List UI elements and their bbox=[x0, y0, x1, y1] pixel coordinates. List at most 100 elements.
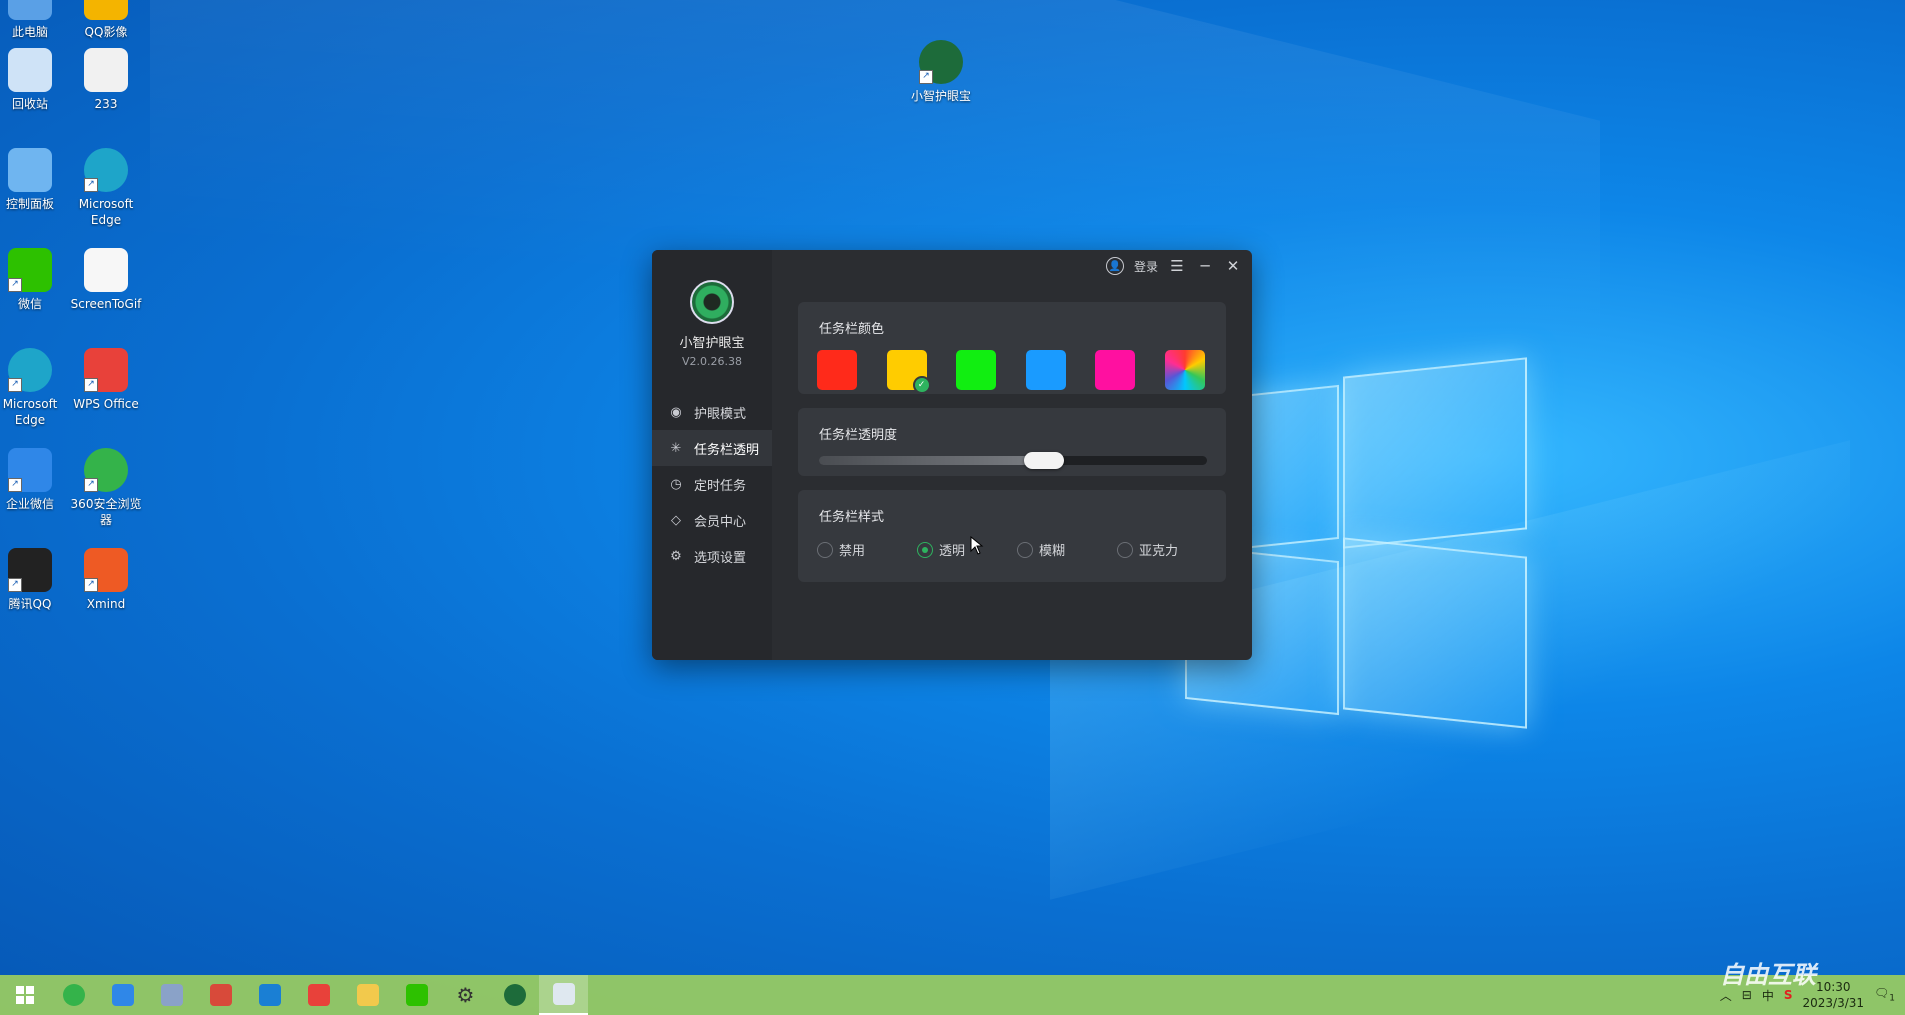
app-name: 小智护眼宝 bbox=[679, 336, 745, 351]
clock-icon: ◷ bbox=[670, 476, 682, 492]
shortcut-arrow-icon: ↗ bbox=[919, 70, 933, 84]
opacity-slider-fill bbox=[819, 456, 1045, 465]
taskbar-button[interactable] bbox=[147, 975, 196, 1015]
sidebar-item-5[interactable]: ⚙ 选项设置 bbox=[652, 538, 772, 574]
mouse-cursor-icon bbox=[970, 536, 984, 555]
radio-button bbox=[917, 541, 933, 558]
opacity-slider-track[interactable] bbox=[819, 456, 1207, 465]
taskbar-button[interactable] bbox=[196, 975, 245, 1015]
notification-count: 1 bbox=[1889, 993, 1895, 1004]
taskbar-button[interactable] bbox=[392, 975, 441, 1015]
sogou-icon[interactable]: S bbox=[1784, 988, 1793, 1002]
sidebar-item-3[interactable]: ◷ 定时任务 bbox=[652, 466, 772, 502]
style-radio-option[interactable]: 模糊 bbox=[1017, 540, 1065, 559]
control-panel-icon bbox=[8, 148, 52, 192]
color-swatch[interactable] bbox=[1164, 350, 1205, 390]
recycle-bin-icon bbox=[8, 48, 52, 92]
wechat-icon: ↗ bbox=[8, 248, 52, 292]
desktop-icon-xmind[interactable]: ↗ Xmind bbox=[68, 548, 144, 612]
radio-button bbox=[817, 541, 833, 558]
diamond-icon: ◇ bbox=[671, 512, 681, 528]
notification-icon[interactable]: 🗨1 bbox=[1874, 986, 1895, 1003]
taskbar-button[interactable] bbox=[245, 975, 294, 1015]
style-radio-option[interactable]: 透明 bbox=[917, 540, 965, 559]
desktop-icon-edge[interactable]: ↗ Microsoft Edge bbox=[0, 348, 68, 428]
text-file-icon bbox=[84, 48, 128, 92]
close-icon[interactable]: ✕ bbox=[1224, 256, 1242, 276]
taskbar-button[interactable] bbox=[98, 975, 147, 1015]
desktop-icon-wechat[interactable]: ↗ 微信 bbox=[0, 248, 68, 312]
color-swatch[interactable] bbox=[956, 350, 996, 390]
desktop-icon-label: Microsoft Edge bbox=[78, 197, 134, 227]
desktop-icon-text-file[interactable]: 233 bbox=[68, 48, 144, 112]
card-title: 任务栏颜色 bbox=[819, 322, 885, 337]
taskbar-button[interactable]: ⚙ bbox=[441, 975, 490, 1015]
wecom-icon bbox=[111, 984, 134, 1006]
this-pc-icon bbox=[8, 0, 52, 20]
color-swatch[interactable] bbox=[1095, 350, 1135, 390]
eye-icon: ◉ bbox=[670, 404, 682, 420]
desktop-icon-label: QQ影像 bbox=[84, 25, 128, 39]
desktop-icon-screentogif[interactable]: ScreenToGif bbox=[68, 248, 144, 312]
network-icon[interactable]: ⊟ bbox=[1742, 988, 1752, 1002]
style-radio-option[interactable]: 亚克力 bbox=[1117, 540, 1178, 559]
sparkle-icon: ✳ bbox=[670, 440, 682, 456]
notes-icon bbox=[160, 984, 183, 1006]
sidebar-item-1[interactable]: ◉ 护眼模式 bbox=[652, 394, 772, 430]
sidebar-item-4[interactable]: ◇ 会员中心 bbox=[652, 502, 772, 538]
shortcut-arrow-icon: ↗ bbox=[84, 578, 98, 592]
sidebar-item-label: 任务栏透明 bbox=[694, 442, 760, 458]
shortcut-arrow-icon: ↗ bbox=[8, 278, 22, 292]
sidebar-item-label: 定时任务 bbox=[694, 478, 747, 494]
taskbar-button[interactable] bbox=[49, 975, 98, 1015]
watermark: 自由互联 bbox=[1720, 961, 1816, 989]
desktop-icon-label: 控制面板 bbox=[5, 197, 54, 211]
desktop-icon-360-browser[interactable]: ↗ 360安全浏览器 bbox=[68, 448, 144, 528]
taskbar: ⚙ ︿ ⊟ 中 S 10:30 2023/3/31 🗨1 bbox=[0, 975, 1905, 1015]
shortcut-arrow-icon: ↗ bbox=[8, 378, 22, 392]
radio-button bbox=[1017, 541, 1033, 558]
opacity-slider-thumb[interactable] bbox=[1024, 452, 1065, 469]
desktop-icon-eyecare[interactable]: ↗ 小智护眼宝 bbox=[903, 40, 979, 104]
desktop-icon-qq[interactable]: ↗ 腾讯QQ bbox=[0, 548, 68, 612]
desktop-icon-this-pc[interactable]: 此电脑 bbox=[0, 0, 68, 40]
sidebar: 小智护眼宝 V2.0.26.38 ◉ 护眼模式 ✳ 任务栏透明 ◷ 定时任务 ◇ 会员中心 ⚙ 选… bbox=[652, 250, 772, 660]
taskbar-button[interactable] bbox=[490, 975, 539, 1015]
desktop-icon-label: 微信 bbox=[17, 297, 42, 311]
clock-date: 2023/3/31 bbox=[1802, 996, 1865, 1010]
wps-icon bbox=[307, 984, 330, 1006]
taskbar-button[interactable] bbox=[294, 975, 343, 1015]
wecom-icon: ↗ bbox=[8, 448, 52, 492]
sidebar-item-2[interactable]: ✳ 任务栏透明 bbox=[652, 430, 772, 466]
user-icon[interactable]: 👤 bbox=[1105, 257, 1124, 275]
radio-label: 模糊 bbox=[1039, 544, 1066, 559]
desktop-icon-edge[interactable]: ↗ Microsoft Edge bbox=[68, 148, 144, 228]
minimize-icon[interactable]: ─ bbox=[1196, 256, 1214, 276]
desktop-icon-qq-image[interactable]: QQ影像 bbox=[68, 0, 144, 40]
sidebar-item-label: 选项设置 bbox=[694, 550, 747, 566]
taskbar-style-card: 任务栏样式 禁用 透明 模糊 亚克力 bbox=[798, 490, 1226, 582]
desktop-icon-control-panel[interactable]: 控制面板 bbox=[0, 148, 68, 212]
taskbar-button[interactable] bbox=[343, 975, 392, 1015]
gear-icon: ⚙ bbox=[670, 548, 682, 564]
taskbar-button[interactable] bbox=[0, 975, 49, 1015]
folder-icon bbox=[356, 984, 379, 1006]
color-swatch[interactable] bbox=[1025, 350, 1066, 390]
taskbar-color-card: 任务栏颜色 ✓ bbox=[798, 302, 1226, 394]
eyecare-app-window: 小智护眼宝 V2.0.26.38 ◉ 护眼模式 ✳ 任务栏透明 ◷ 定时任务 ◇ 会员中心 ⚙ 选… bbox=[652, 250, 1252, 660]
desktop-icon-recycle-bin[interactable]: 回收站 bbox=[0, 48, 68, 112]
shortcut-arrow-icon: ↗ bbox=[84, 378, 98, 392]
desktop-icon-wecom[interactable]: ↗ 企业微信 bbox=[0, 448, 68, 512]
desktop-icon-label: 233 bbox=[94, 97, 118, 111]
taskbar-button[interactable] bbox=[539, 975, 588, 1015]
color-swatch[interactable] bbox=[817, 350, 857, 390]
menu-icon[interactable]: ☰ bbox=[1168, 256, 1186, 276]
desktop-icon-label: 企业微信 bbox=[5, 497, 54, 511]
desktop-icon-wps[interactable]: ↗ WPS Office bbox=[68, 348, 144, 412]
login-button[interactable]: 登录 bbox=[1134, 258, 1158, 275]
color-swatch[interactable]: ✓ bbox=[886, 350, 931, 394]
desktop-icon-label: 小智护眼宝 bbox=[910, 89, 971, 103]
card-title: 任务栏样式 bbox=[819, 510, 885, 525]
check-icon: ✓ bbox=[912, 376, 931, 394]
style-radio-option[interactable]: 禁用 bbox=[817, 540, 865, 559]
